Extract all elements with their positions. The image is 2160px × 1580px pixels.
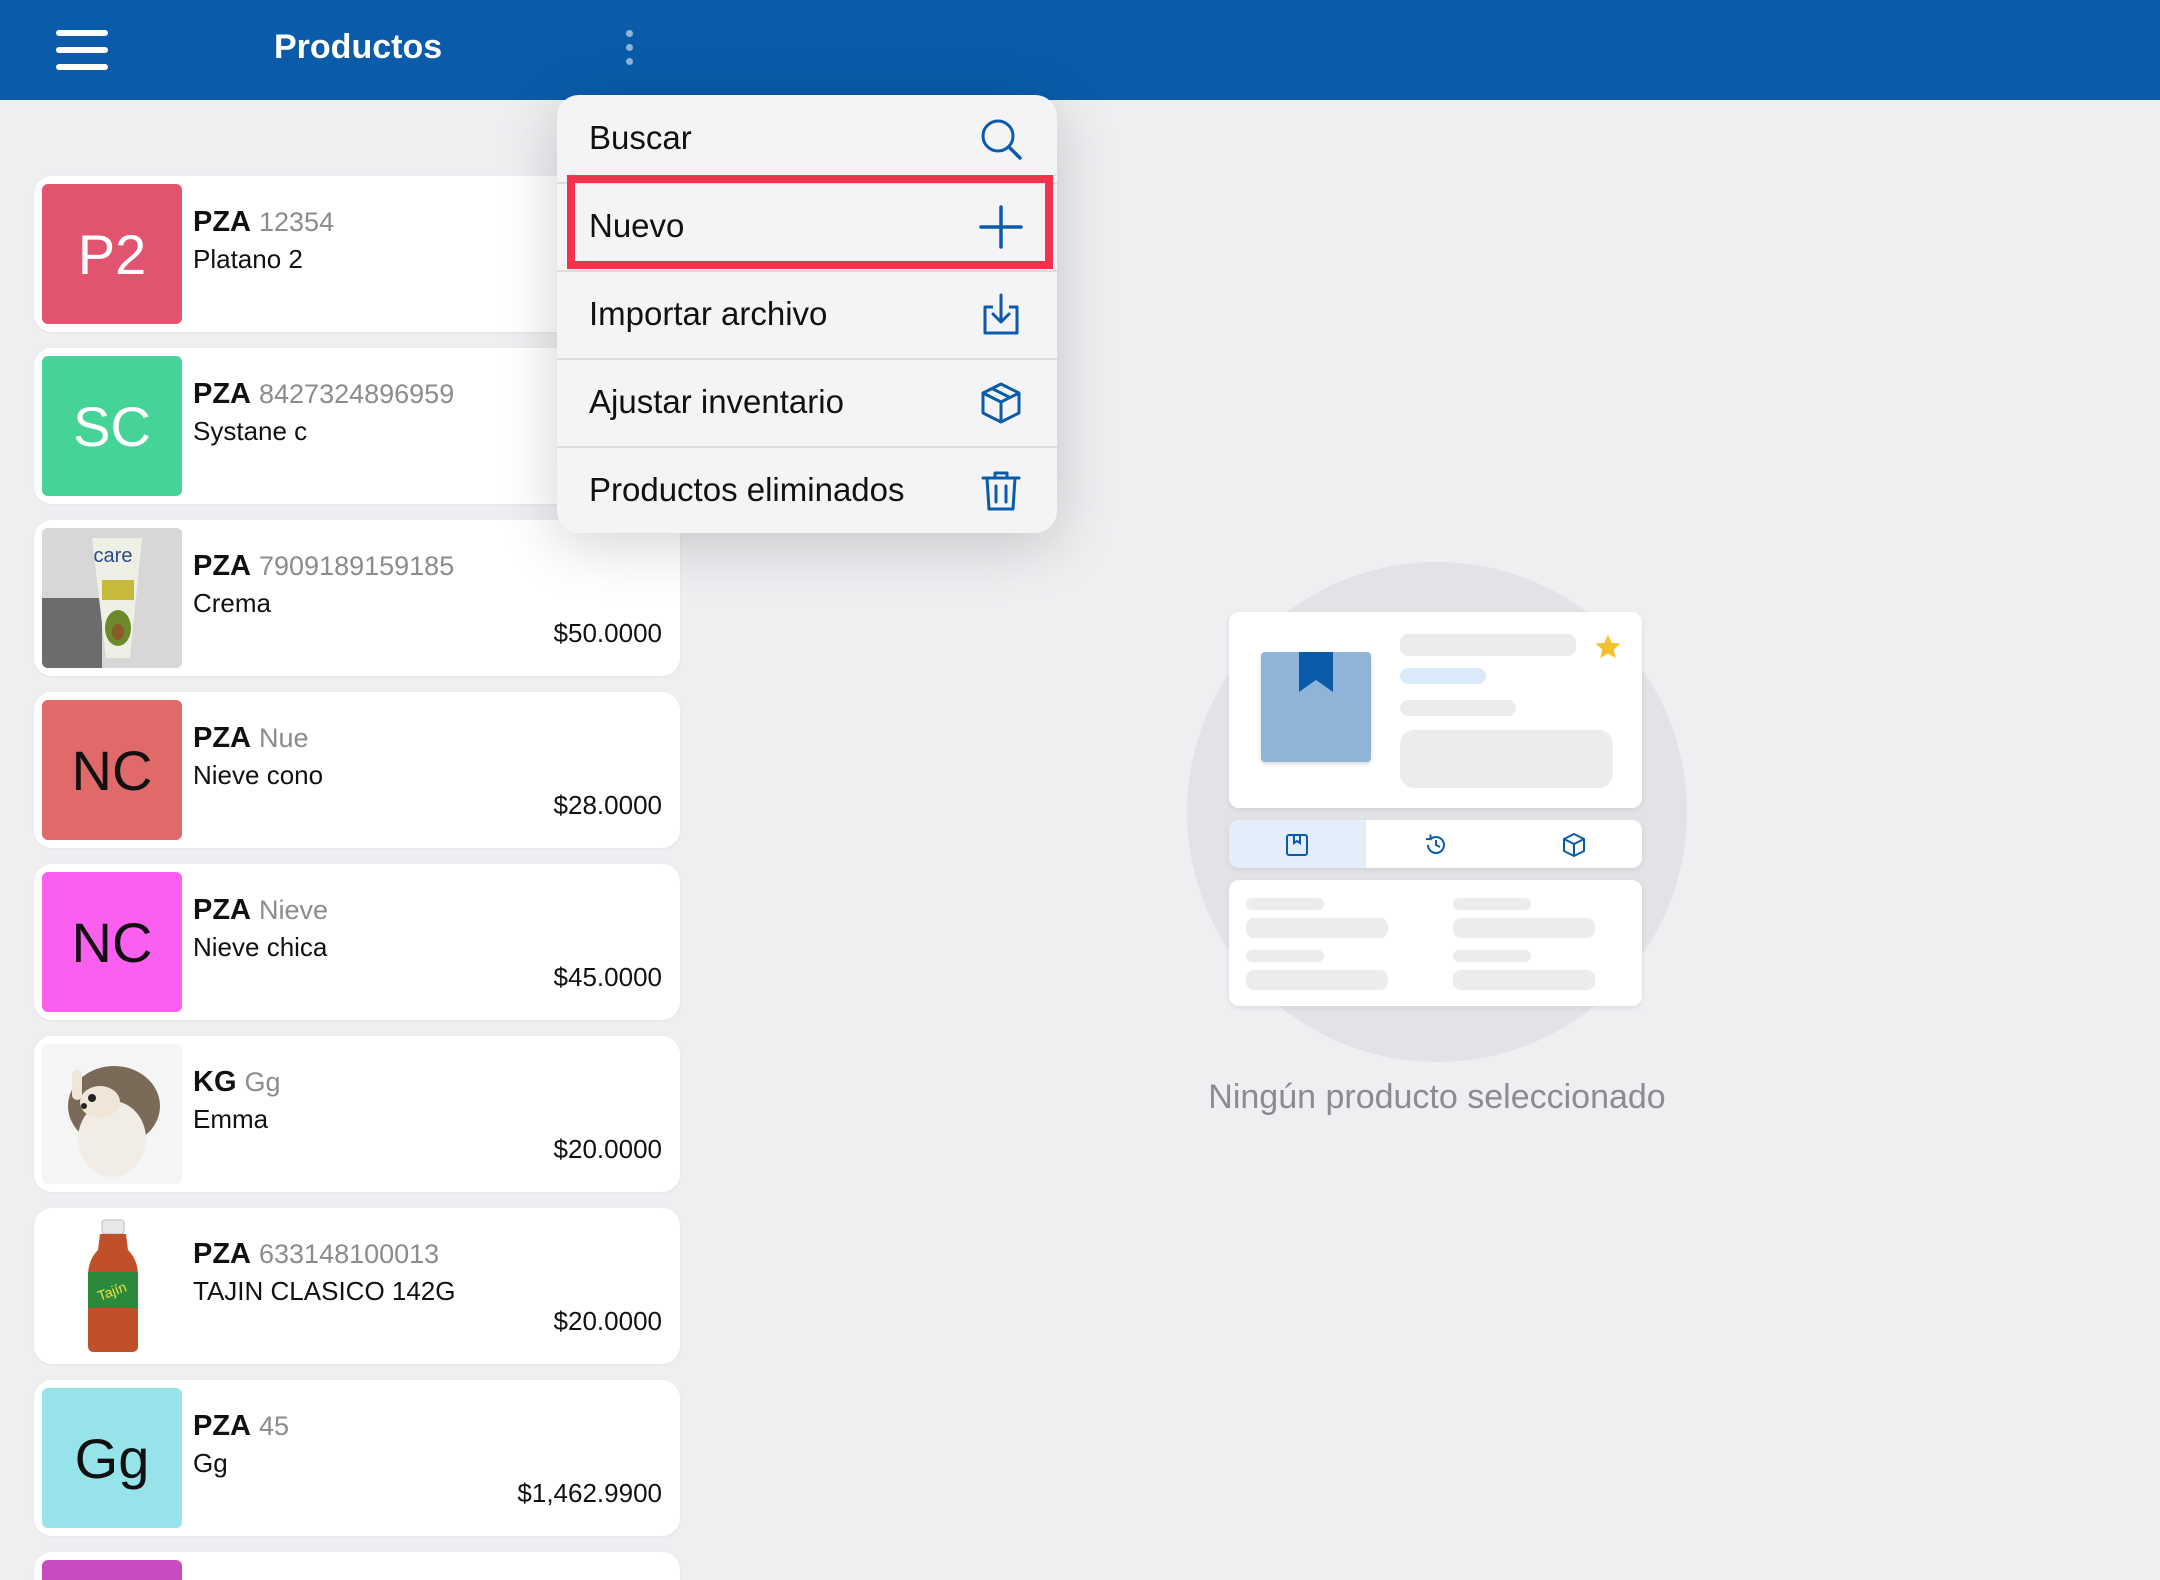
product-image-hedgehog (42, 1044, 182, 1184)
product-avatar: P2 (42, 184, 182, 324)
product-code: Nue (259, 723, 309, 753)
product-name: Nieve cono (193, 760, 324, 790)
product-price: $20.0000 (553, 1134, 662, 1164)
more-options-icon[interactable] (622, 30, 636, 72)
menu-item-importar-archivo[interactable]: Importar archivo (557, 271, 1057, 359)
empty-state-message: Ningún producto seleccionado (1208, 1078, 1666, 1116)
product-code: 12354 (259, 207, 335, 237)
product-avatar: SC (42, 356, 182, 496)
bookmark-tab-icon (1286, 834, 1308, 856)
menu-item-ajustar-inventario[interactable]: Ajustar inventario (557, 359, 1057, 447)
product-unit: PZA (193, 206, 251, 238)
product-avatar: NC (42, 700, 182, 840)
product-image-cream: care (42, 528, 182, 668)
placeholder-tab-bar (1229, 820, 1642, 868)
trash-icon (981, 471, 1021, 511)
product-card[interactable]: KG Gg Emma $20.0000 (34, 1036, 680, 1192)
product-name: Systane c (193, 416, 308, 446)
product-code: 633148100013 (259, 1239, 440, 1269)
product-avatar (42, 1560, 182, 1580)
placeholder-product-card (1229, 612, 1642, 808)
product-card-partial[interactable] (34, 1552, 680, 1580)
hamburger-menu-icon[interactable] (56, 30, 108, 70)
product-price: $20.0000 (553, 1306, 662, 1336)
product-price: $28.0000 (553, 790, 662, 820)
box-icon (981, 382, 1021, 424)
product-card[interactable]: care PZA 7909189159185 Crema $50.0000 (34, 520, 680, 676)
product-unit: PZA (193, 550, 251, 582)
placeholder-details-card (1229, 880, 1642, 1006)
product-unit: KG (193, 1066, 237, 1098)
product-card[interactable]: Tajín PZA 633148100013 TAJIN CLASICO 142G… (34, 1208, 680, 1364)
import-icon (983, 293, 1019, 335)
product-code: Nieve (259, 895, 329, 925)
box-tab-icon (1563, 833, 1585, 857)
product-unit: PZA (193, 1238, 251, 1270)
bookmark-icon (1299, 652, 1333, 692)
history-icon (1425, 834, 1445, 854)
product-code: Gg (244, 1067, 281, 1097)
product-name: Platano 2 (193, 244, 303, 274)
page-title: Productos (274, 28, 443, 66)
product-unit: PZA (193, 722, 251, 754)
menu-item-productos-eliminados[interactable]: Productos eliminados (557, 447, 1057, 535)
bookmark-image (1261, 652, 1371, 762)
highlight-box (567, 175, 1053, 269)
product-name: Emma (193, 1104, 269, 1134)
star-icon (1595, 634, 1621, 659)
product-price: $45.0000 (553, 962, 662, 992)
product-code: 7909189159185 (259, 551, 455, 581)
product-code: 45 (259, 1411, 290, 1441)
product-price: $1,462.9900 (517, 1478, 662, 1508)
overflow-menu: Buscar Nuevo Importar archivo Ajustar in… (557, 95, 1057, 533)
product-code: 8427324896959 (259, 379, 455, 409)
product-avatar: Gg (42, 1388, 182, 1528)
product-image-bottle: Tajín (42, 1216, 182, 1356)
product-unit: PZA (193, 378, 251, 410)
search-icon (981, 119, 1022, 160)
product-unit: PZA (193, 1410, 251, 1442)
product-price: $50.0000 (553, 618, 662, 648)
product-name: Gg (193, 1448, 228, 1478)
menu-item-buscar[interactable]: Buscar (557, 95, 1057, 183)
product-card[interactable]: Gg PZA 45 Gg $1,462.9900 (34, 1380, 680, 1536)
product-name: Nieve chica (193, 932, 328, 962)
product-card[interactable]: NC PZA Nue Nieve cono $28.0000 (34, 692, 680, 848)
product-name: TAJIN CLASICO 142G (193, 1276, 456, 1306)
top-app-bar: Productos (0, 0, 2160, 100)
product-name: Crema (193, 588, 272, 618)
product-unit: PZA (193, 894, 251, 926)
product-card[interactable]: NC PZA Nieve Nieve chica $45.0000 (34, 864, 680, 1020)
svg-text:care: care (94, 545, 133, 567)
product-avatar: NC (42, 872, 182, 1012)
